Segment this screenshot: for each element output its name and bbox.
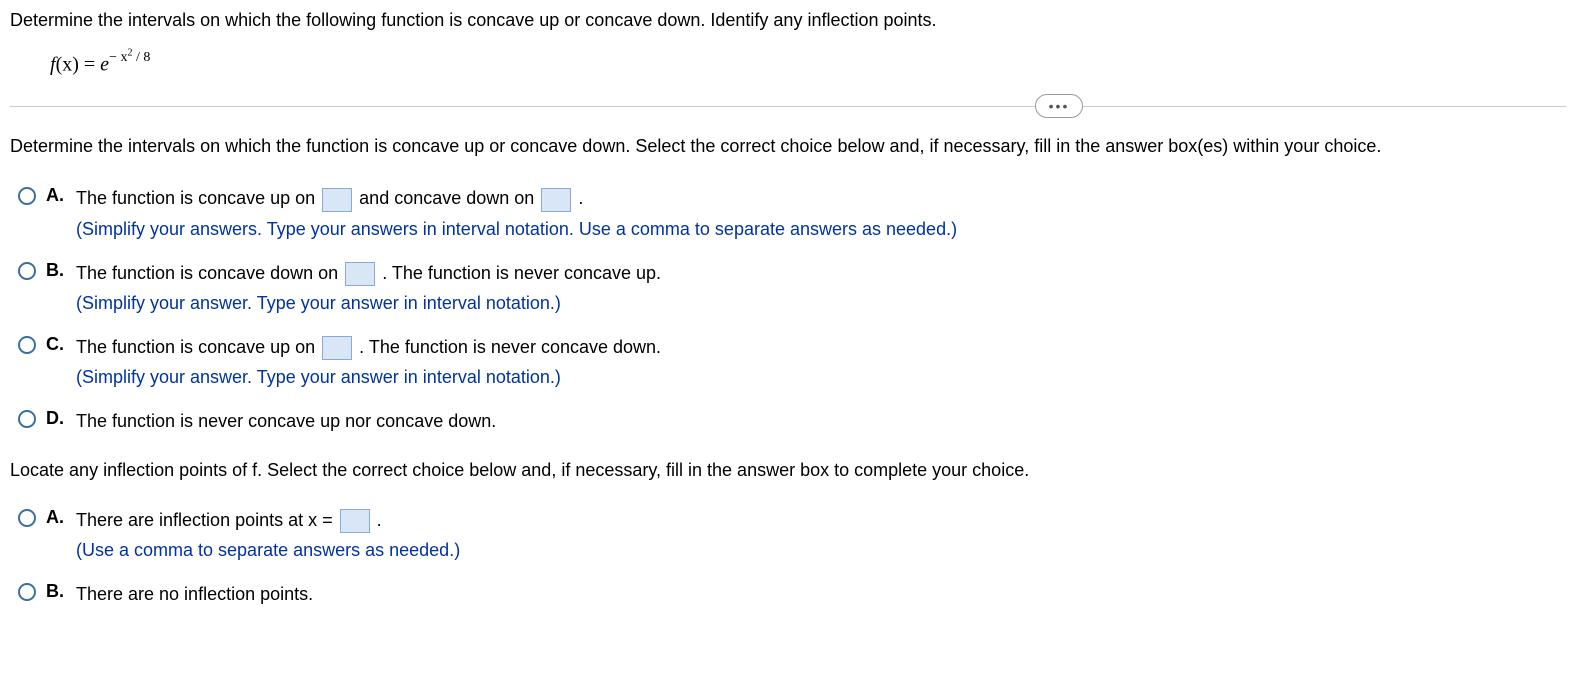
choice-d-text: The function is never concave up nor con… xyxy=(76,408,1566,434)
choice-a-text3: . xyxy=(578,188,583,208)
p2-choice-a-text1: There are inflection points at x = xyxy=(76,510,338,530)
part1-instruction: Determine the intervals on which the fun… xyxy=(10,136,1566,157)
p2-choice-a-text2: . xyxy=(377,510,382,530)
p2-choice-b-text: There are no inflection points. xyxy=(76,581,1566,607)
choice-c-text1: The function is concave up on xyxy=(76,337,320,357)
choice-b: B. The function is concave down on . The… xyxy=(18,260,1566,320)
choice-a-text1: The function is concave up on xyxy=(76,188,320,208)
answer-box-a1[interactable] xyxy=(322,188,352,212)
more-options-button[interactable]: ••• xyxy=(1035,94,1083,118)
answer-box-b1[interactable] xyxy=(345,262,375,286)
choice-a-label: A. xyxy=(46,185,70,206)
radio-c[interactable] xyxy=(18,336,36,354)
answer-box-a2[interactable] xyxy=(541,188,571,212)
choice-c-label: C. xyxy=(46,334,70,355)
choice-b-hint: (Simplify your answer. Type your answer … xyxy=(76,290,1566,316)
choice-b-label: B. xyxy=(46,260,70,281)
p2-choice-a-hint: (Use a comma to separate answers as need… xyxy=(76,537,1566,563)
divider xyxy=(10,106,1566,107)
p2-choice-a-label: A. xyxy=(46,507,70,528)
p2-choice-b-label: B. xyxy=(46,581,70,602)
choice-b-text2: . The function is never concave up. xyxy=(382,263,661,283)
choice-a-hint: (Simplify your answers. Type your answer… xyxy=(76,216,1566,242)
choice-c-hint: (Simplify your answer. Type your answer … xyxy=(76,364,1566,390)
p2-answer-box-a1[interactable] xyxy=(340,509,370,533)
choice-b-text1: The function is concave down on xyxy=(76,263,343,283)
radio-b[interactable] xyxy=(18,262,36,280)
radio-a[interactable] xyxy=(18,187,36,205)
p2-choice-b: B. There are no inflection points. xyxy=(18,581,1566,611)
part2-choices: A. There are inflection points at x = . … xyxy=(18,507,1566,611)
choice-a: A. The function is concave up on and con… xyxy=(18,185,1566,245)
p2-radio-a[interactable] xyxy=(18,509,36,527)
radio-d[interactable] xyxy=(18,410,36,428)
choice-d: D. The function is never concave up nor … xyxy=(18,408,1566,438)
choice-c: C. The function is concave up on . The f… xyxy=(18,334,1566,394)
function-formula: f(x) = e− x2 / 8 xyxy=(50,49,1566,76)
answer-box-c1[interactable] xyxy=(322,336,352,360)
choice-c-text2: . The function is never concave down. xyxy=(359,337,661,357)
p2-choice-a: A. There are inflection points at x = . … xyxy=(18,507,1566,567)
question-prompt: Determine the intervals on which the fol… xyxy=(10,10,1566,31)
part2-instruction: Locate any inflection points of f. Selec… xyxy=(10,460,1566,481)
choice-d-label: D. xyxy=(46,408,70,429)
part1-choices: A. The function is concave up on and con… xyxy=(18,185,1566,438)
p2-radio-b[interactable] xyxy=(18,583,36,601)
choice-a-text2: and concave down on xyxy=(359,188,539,208)
